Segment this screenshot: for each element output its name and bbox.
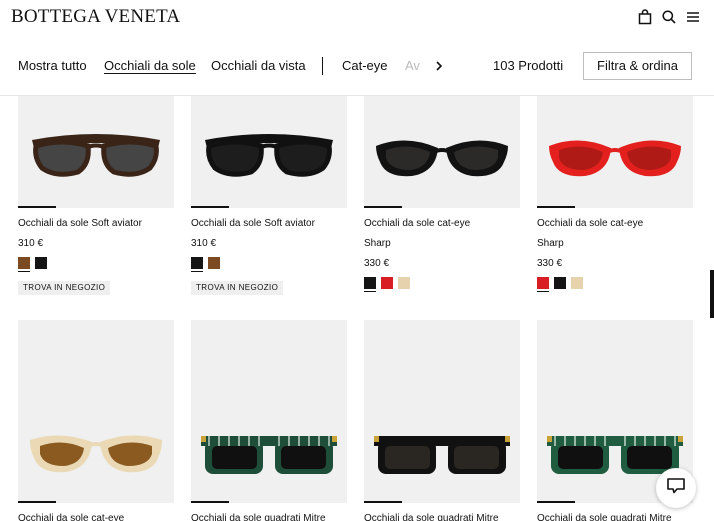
scroll-indicator[interactable]	[710, 270, 714, 318]
swatch-black[interactable]	[554, 277, 566, 289]
product-image[interactable]	[191, 320, 347, 503]
product-image[interactable]	[364, 96, 520, 208]
swatch-cream[interactable]	[398, 277, 410, 289]
swatch-black[interactable]	[35, 257, 47, 269]
product-image[interactable]	[18, 320, 174, 503]
product-image[interactable]	[537, 96, 693, 208]
product-card[interactable]: Occhiali da sole Soft aviator 310 € TROV…	[18, 96, 174, 295]
category-occhiali-da-sole[interactable]: Occhiali da sole	[104, 57, 196, 75]
color-swatches	[191, 257, 347, 272]
color-swatches	[537, 277, 693, 292]
product-title[interactable]: Occhiali da sole quadrati Mitre	[537, 512, 693, 521]
cat-eye-sunglasses-image	[549, 140, 681, 177]
product-title[interactable]: Occhiali da sole quadrati Mitre	[191, 512, 347, 521]
product-card[interactable]: Occhiali da sole cat-eye Sharp 330 €	[537, 96, 693, 292]
category-occhiali-da-vista[interactable]: Occhiali da vista	[211, 57, 306, 75]
product-card[interactable]: Occhiali da sole quadrati Mitre	[364, 320, 520, 521]
product-card[interactable]: Occhiali da sole cat-eye	[18, 320, 174, 521]
menu-icon[interactable]	[685, 9, 701, 25]
swatch-red[interactable]	[381, 277, 393, 289]
category-mostra-tutto[interactable]: Mostra tutto	[18, 57, 87, 75]
swatch-cream[interactable]	[571, 277, 583, 289]
swatch-brown[interactable]	[18, 257, 30, 272]
bag-icon[interactable]	[637, 9, 653, 25]
chevron-right-icon[interactable]	[434, 58, 444, 78]
product-count: 103 Prodotti	[493, 58, 564, 73]
product-price: 310 €	[191, 238, 217, 249]
color-swatches	[364, 277, 520, 292]
product-title[interactable]: Occhiali da sole Soft aviator	[191, 217, 347, 230]
store-availability-badge[interactable]: TROVA IN NEGOZIO	[18, 281, 111, 295]
category-divider	[322, 57, 323, 75]
product-card[interactable]: Occhiali da sole cat-eye Sharp 330 €	[364, 96, 520, 292]
store-availability-badge[interactable]: TROVA IN NEGOZIO	[191, 281, 284, 295]
mitre-square-sunglasses-image	[201, 436, 337, 474]
product-price: 310 €	[18, 238, 44, 249]
category-cat-eye[interactable]: Cat-eye	[342, 57, 388, 75]
product-title[interactable]: Occhiali da sole quadrati Mitre	[364, 512, 520, 521]
aviator-sunglasses-image	[32, 134, 160, 177]
product-image[interactable]	[191, 96, 347, 208]
swatch-black[interactable]	[191, 257, 203, 272]
cat-eye-sunglasses-image	[376, 140, 508, 177]
color-swatches	[18, 257, 174, 272]
cat-eye-sunglasses-image	[30, 435, 162, 473]
product-price: 330 €	[537, 258, 563, 269]
product-grid: Occhiali da sole Soft aviator 310 € TROV…	[0, 96, 714, 521]
product-price: 330 €	[364, 258, 390, 269]
product-title[interactable]: Occhiali da sole cat-eye	[18, 512, 174, 521]
chat-button[interactable]	[656, 468, 696, 508]
product-subtitle: Sharp	[537, 238, 564, 249]
search-icon[interactable]	[661, 9, 677, 25]
site-header: BOTTEGA VENETA Mostra tutto Occhiali da …	[0, 0, 714, 96]
product-title[interactable]: Occhiali da sole cat-eye	[364, 217, 520, 230]
product-image[interactable]	[18, 96, 174, 208]
mitre-square-sunglasses-image	[374, 436, 510, 474]
chat-icon	[666, 477, 686, 500]
swatch-brown[interactable]	[208, 257, 220, 269]
product-card[interactable]: Occhiali da sole Soft aviator 310 € TROV…	[191, 96, 347, 295]
product-title[interactable]: Occhiali da sole Soft aviator	[18, 217, 174, 230]
aviator-sunglasses-image	[205, 134, 333, 177]
product-image[interactable]	[364, 320, 520, 503]
brand-logo[interactable]: BOTTEGA VENETA	[11, 6, 180, 28]
filter-sort-button[interactable]: Filtra & ordina	[583, 52, 692, 80]
product-card[interactable]: Occhiali da sole quadrati Mitre	[191, 320, 347, 521]
swatch-black[interactable]	[364, 277, 376, 292]
product-subtitle: Sharp	[364, 238, 391, 249]
product-title[interactable]: Occhiali da sole cat-eye	[537, 217, 693, 230]
swatch-red[interactable]	[537, 277, 549, 292]
